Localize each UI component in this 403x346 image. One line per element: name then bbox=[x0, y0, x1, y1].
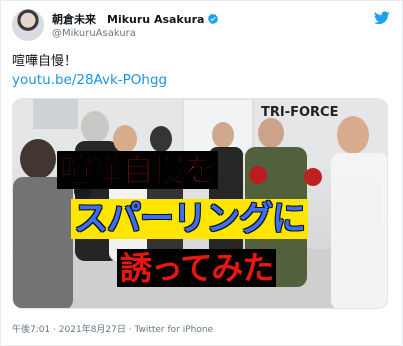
verified-badge-icon bbox=[208, 13, 219, 24]
media-thumbnail[interactable]: TRI-FORCE 喧嘩自慢を スパーリングに 誘ってみた bbox=[12, 98, 388, 309]
tweet-text: 喧嘩自慢！ bbox=[12, 54, 78, 69]
display-name[interactable]: 朝倉未来 Mikuru Asakura bbox=[52, 11, 204, 27]
author-block[interactable]: 朝倉未来 Mikuru Asakura @MikuruAsakura bbox=[52, 11, 219, 39]
tweet-card[interactable]: 朝倉未来 Mikuru Asakura @MikuruAsakura 喧嘩自慢！… bbox=[0, 0, 403, 346]
caption-line-1: 喧嘩自慢を bbox=[57, 151, 219, 190]
caption-line-3: 誘ってみた bbox=[117, 249, 277, 287]
gym-sign: TRI-FORCE bbox=[261, 105, 339, 120]
handle[interactable]: @MikuruAsakura bbox=[52, 28, 219, 39]
avatar[interactable] bbox=[12, 9, 44, 41]
tweet-metadata[interactable]: 午後7:01 · 2021年8月27日 · Twitter for iPhone bbox=[12, 322, 213, 335]
twitter-bird-icon[interactable] bbox=[374, 11, 390, 25]
caption-line-2: スパーリングに bbox=[71, 199, 308, 239]
youtube-link[interactable]: youtu.be/28Avk-POhgg bbox=[12, 72, 167, 88]
